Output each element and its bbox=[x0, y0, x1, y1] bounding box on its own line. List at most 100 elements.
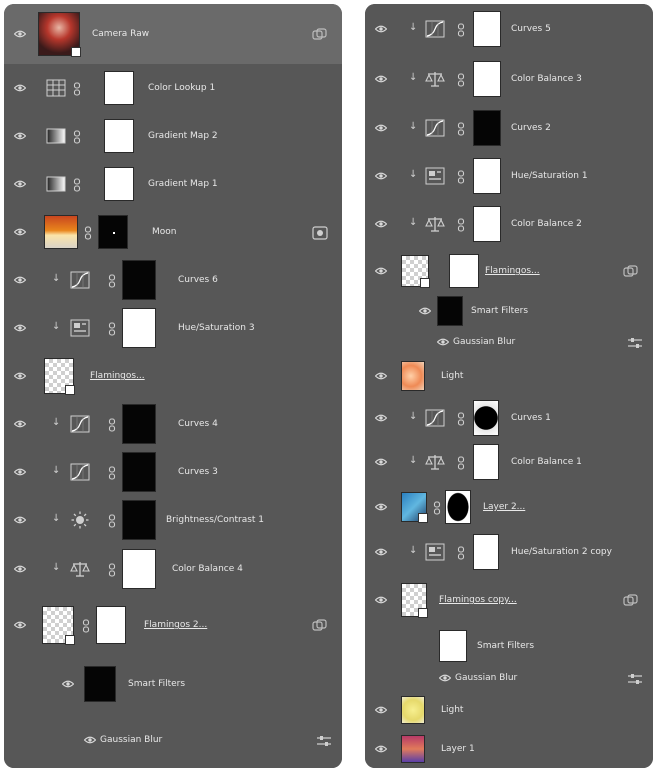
layer-name[interactable]: Curves 1 bbox=[511, 411, 551, 425]
visibility-eye-icon[interactable] bbox=[84, 736, 96, 744]
layer-thumbnail[interactable] bbox=[401, 255, 430, 288]
smart-filters-row[interactable]: Smart Filters bbox=[365, 626, 653, 667]
visibility-eye-icon[interactable] bbox=[375, 267, 387, 275]
mask-link-icon[interactable] bbox=[108, 417, 116, 431]
mask-thumbnail[interactable] bbox=[473, 400, 499, 436]
mask-thumbnail[interactable] bbox=[473, 444, 499, 480]
layer-name[interactable]: Brightness/Contrast 1 bbox=[166, 513, 264, 527]
visibility-eye-icon[interactable] bbox=[375, 124, 387, 132]
visibility-eye-icon[interactable] bbox=[62, 680, 74, 688]
layer-name[interactable]: Curves 5 bbox=[511, 22, 551, 36]
layer-name[interactable]: Flamingos... bbox=[90, 369, 145, 383]
visibility-eye-icon[interactable] bbox=[419, 307, 431, 315]
visibility-eye-icon[interactable] bbox=[14, 324, 26, 332]
mask-thumbnail[interactable] bbox=[122, 549, 156, 589]
mask-thumbnail[interactable] bbox=[473, 110, 501, 146]
visibility-eye-icon[interactable] bbox=[375, 596, 387, 604]
layer-name[interactable]: Camera Raw bbox=[92, 27, 149, 41]
layer-name[interactable]: Flamingos copy... bbox=[439, 593, 517, 607]
mask-link-icon[interactable] bbox=[457, 121, 465, 135]
mask-link-icon[interactable] bbox=[457, 217, 465, 231]
layer-thumbnail[interactable] bbox=[42, 606, 75, 645]
layer-row[interactable]: ↓ Brightness/Contrast 1 bbox=[4, 496, 342, 545]
mask-thumbnail[interactable] bbox=[96, 606, 126, 644]
layer-name[interactable]: Hue/Saturation 3 bbox=[178, 321, 255, 335]
layer-row[interactable]: Light bbox=[365, 356, 653, 397]
mask-thumbnail[interactable] bbox=[449, 254, 479, 288]
layer-row[interactable]: Layer 1 bbox=[365, 730, 653, 768]
layer-name[interactable]: Gradient Map 1 bbox=[148, 177, 218, 191]
layer-row[interactable]: ↓ Curves 4 bbox=[4, 400, 342, 449]
layer-row[interactable]: Flamingos 2... bbox=[4, 594, 342, 657]
smart-object-icon[interactable] bbox=[623, 593, 639, 607]
layer-row[interactable]: Moon bbox=[4, 208, 342, 257]
mask-link-icon[interactable] bbox=[73, 177, 81, 191]
mask-thumbnail[interactable] bbox=[122, 404, 156, 444]
mask-thumbnail[interactable] bbox=[98, 215, 128, 249]
visibility-eye-icon[interactable] bbox=[14, 468, 26, 476]
visibility-eye-icon[interactable] bbox=[375, 414, 387, 422]
layer-row[interactable]: Gradient Map 2 bbox=[4, 112, 342, 161]
layer-name[interactable]: Color Balance 3 bbox=[511, 72, 582, 86]
mask-link-icon[interactable] bbox=[108, 513, 116, 527]
layer-name[interactable]: Gaussian Blur bbox=[100, 733, 162, 747]
layer-name[interactable]: Hue/Saturation 1 bbox=[511, 169, 588, 183]
mask-thumbnail[interactable] bbox=[84, 666, 116, 702]
filter-options-icon[interactable] bbox=[627, 335, 643, 349]
mask-link-icon[interactable] bbox=[457, 72, 465, 86]
visibility-eye-icon[interactable] bbox=[375, 745, 387, 753]
layer-name[interactable]: Smart Filters bbox=[128, 677, 185, 691]
mask-link-icon[interactable] bbox=[457, 22, 465, 36]
mask-link-icon[interactable] bbox=[84, 225, 92, 239]
layer-name[interactable]: Curves 6 bbox=[178, 273, 218, 287]
layer-row[interactable]: Flamingos copy... bbox=[365, 574, 653, 627]
filter-row[interactable]: Gaussian Blur bbox=[365, 328, 653, 357]
layer-row[interactable]: ↓ Hue/Saturation 2 copy bbox=[365, 530, 653, 575]
layer-name[interactable]: Flamingos 2... bbox=[144, 618, 207, 632]
mask-link-icon[interactable] bbox=[108, 465, 116, 479]
layer-row[interactable]: ↓ Curves 6 bbox=[4, 256, 342, 305]
mask-thumbnail[interactable] bbox=[122, 308, 156, 348]
filter-row[interactable]: Gaussian Blur bbox=[4, 712, 342, 768]
mask-link-icon[interactable] bbox=[108, 273, 116, 287]
visibility-eye-icon[interactable] bbox=[14, 180, 26, 188]
mask-link-icon[interactable] bbox=[433, 500, 441, 514]
mask-link-icon[interactable] bbox=[457, 169, 465, 183]
mask-link-icon[interactable] bbox=[457, 545, 465, 559]
layer-thumbnail[interactable] bbox=[401, 735, 425, 763]
layer-thumbnail[interactable] bbox=[401, 696, 425, 724]
filter-options-icon[interactable] bbox=[316, 733, 332, 747]
layer-name[interactable]: Layer 2... bbox=[483, 500, 525, 514]
layer-row[interactable]: Layer 2... bbox=[365, 484, 653, 531]
visibility-eye-icon[interactable] bbox=[14, 516, 26, 524]
visibility-eye-icon[interactable] bbox=[14, 84, 26, 92]
layer-row[interactable]: Flamingos... bbox=[4, 352, 342, 401]
layer-thumbnail[interactable] bbox=[38, 12, 81, 57]
layer-row[interactable]: ↓ Hue/Saturation 3 bbox=[4, 304, 342, 353]
layer-name[interactable]: Light bbox=[441, 703, 463, 717]
layer-name[interactable]: Smart Filters bbox=[477, 639, 534, 653]
layer-thumbnail[interactable] bbox=[44, 215, 78, 249]
layer-name[interactable]: Smart Filters bbox=[471, 304, 528, 318]
layer-row[interactable]: ↓ Color Balance 1 bbox=[365, 440, 653, 485]
layer-row[interactable]: Gradient Map 1 bbox=[4, 160, 342, 209]
layer-row[interactable]: ↓ Color Balance 3 bbox=[365, 54, 653, 105]
layer-row[interactable]: ↓ Curves 3 bbox=[4, 448, 342, 497]
smart-filters-row[interactable]: Smart Filters bbox=[4, 656, 342, 713]
mask-thumbnail[interactable] bbox=[104, 71, 134, 105]
layer-row[interactable]: ↓ Curves 1 bbox=[365, 396, 653, 441]
visibility-eye-icon[interactable] bbox=[14, 276, 26, 284]
layer-thumbnail[interactable] bbox=[44, 358, 75, 395]
visibility-eye-icon[interactable] bbox=[14, 228, 26, 236]
filter-options-icon[interactable] bbox=[627, 671, 643, 685]
mask-thumbnail[interactable] bbox=[122, 260, 156, 300]
mask-link-icon[interactable] bbox=[73, 81, 81, 95]
visibility-eye-icon[interactable] bbox=[437, 338, 449, 346]
layer-name[interactable]: Color Balance 4 bbox=[172, 562, 243, 576]
mask-link-icon[interactable] bbox=[82, 618, 90, 632]
layer-name[interactable]: Curves 2 bbox=[511, 121, 551, 135]
layer-name[interactable]: Gradient Map 2 bbox=[148, 129, 218, 143]
visibility-eye-icon[interactable] bbox=[14, 30, 26, 38]
mask-link-icon[interactable] bbox=[108, 562, 116, 576]
visibility-eye-icon[interactable] bbox=[14, 132, 26, 140]
